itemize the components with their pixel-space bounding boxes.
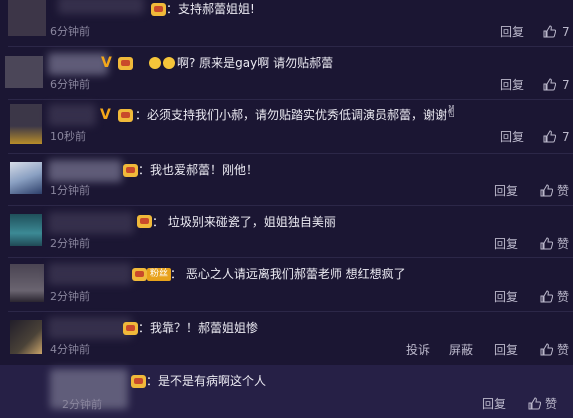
comment-text: ：我也爱郝蕾！刚他！ xyxy=(138,163,259,177)
comment-time: 2分钟前 xyxy=(50,290,90,303)
reply-button[interactable]: 回复 xyxy=(494,184,518,198)
comment-row: V 啊? 原来是gay啊 请勿贴郝蕾 6分钟前 回复 7 xyxy=(0,47,573,99)
comment-row: ：我也爱郝蕾！刚他！ 1分钟前 回复 赞 xyxy=(0,154,573,205)
comment-time: 4分钟前 xyxy=(50,343,90,356)
comment-row: ：支持郝蕾姐姐! 6分钟前 回复 7 xyxy=(0,0,573,46)
reply-button[interactable]: 回复 xyxy=(494,290,518,304)
block-button[interactable]: 屏蔽 xyxy=(449,343,473,357)
comment-time: 6分钟前 xyxy=(50,25,90,38)
comment-row: V ：必须支持我们小郝，请勿贴踏实优秀低调演员郝蕾，谢谢 ✌ 10秒前 回复 7 xyxy=(0,100,573,153)
thumb-up-icon[interactable] xyxy=(543,130,556,143)
blurred-username xyxy=(48,53,108,75)
thumb-up-icon[interactable] xyxy=(540,184,553,197)
reply-button[interactable]: 回复 xyxy=(494,237,518,251)
user-badge-icon xyxy=(123,164,138,177)
avatar[interactable] xyxy=(10,214,42,246)
comment-text: ：支持郝蕾姐姐! xyxy=(166,2,255,16)
emoji-icon xyxy=(163,57,175,69)
blurred-username xyxy=(48,317,132,339)
blurred-username xyxy=(48,212,134,234)
reply-button[interactable]: 回复 xyxy=(500,78,524,92)
avatar[interactable] xyxy=(5,56,43,88)
emoji-icon xyxy=(149,57,161,69)
victory-hand-icon: ✌ xyxy=(445,102,459,121)
report-button[interactable]: 投诉 xyxy=(406,343,430,357)
fan-badge: 粉丝 xyxy=(147,268,172,281)
reply-button[interactable]: 回复 xyxy=(482,397,506,411)
comment-text: ： 垃圾别来碰瓷了，姐姐独自美丽 xyxy=(152,215,336,229)
avatar[interactable] xyxy=(10,320,42,354)
avatar[interactable] xyxy=(10,264,44,302)
user-badge-icon xyxy=(118,57,133,70)
blurred-username xyxy=(48,104,96,126)
comment-time: 1分钟前 xyxy=(50,184,90,197)
like-count: 7 xyxy=(562,25,570,39)
like-button[interactable]: 赞 xyxy=(557,184,569,198)
comment-time: 6分钟前 xyxy=(50,78,90,91)
avatar[interactable] xyxy=(10,104,42,144)
blurred-username xyxy=(58,0,144,14)
blurred-username xyxy=(48,160,122,182)
like-button[interactable]: 赞 xyxy=(545,397,557,411)
avatar[interactable] xyxy=(8,0,46,36)
like-count: 7 xyxy=(562,78,570,92)
comment-text: ： 恶心之人请远离我们郝蕾老师 想红想疯了 xyxy=(170,267,406,281)
like-button[interactable]: 赞 xyxy=(557,237,569,251)
comment-text: ：我靠？！郝蕾姐姐惨 xyxy=(138,321,259,335)
like-count: 7 xyxy=(562,130,570,144)
reply-button[interactable]: 回复 xyxy=(500,25,524,39)
thumb-up-icon[interactable] xyxy=(540,290,553,303)
thumb-up-icon[interactable] xyxy=(543,25,556,38)
comment-text: 啊? 原来是gay啊 请勿贴郝蕾 xyxy=(149,55,333,71)
comment-row: ：我靠？！郝蕾姐姐惨 4分钟前 投诉 屏蔽 回复 赞 xyxy=(0,312,573,365)
thumb-up-icon[interactable] xyxy=(543,78,556,91)
user-badge-icon xyxy=(132,268,147,281)
thumb-up-icon[interactable] xyxy=(528,397,541,410)
comment-row: ： 垃圾别来碰瓷了，姐姐独自美丽 2分钟前 回复 赞 xyxy=(0,206,573,257)
like-button[interactable]: 赞 xyxy=(557,343,569,357)
comment-text: ：必须支持我们小郝，请勿贴踏实优秀低调演员郝蕾，谢谢 xyxy=(135,108,448,122)
vip-v-icon: V xyxy=(101,55,112,71)
comment-text: ：是不是有病啊这个人 xyxy=(146,374,267,388)
vip-v-icon: V xyxy=(100,107,111,123)
thumb-up-icon[interactable] xyxy=(540,343,553,356)
user-badge-icon xyxy=(137,215,152,228)
comment-text-content: 啊? 原来是gay啊 请勿贴郝蕾 xyxy=(177,56,334,70)
user-badge-icon xyxy=(123,322,138,335)
thumb-up-icon[interactable] xyxy=(540,237,553,250)
like-button[interactable]: 赞 xyxy=(557,290,569,304)
blurred-username xyxy=(48,263,132,285)
user-badge-icon xyxy=(118,109,133,122)
reply-button[interactable]: 回复 xyxy=(500,130,524,144)
avatar[interactable] xyxy=(10,162,42,194)
comment-time: 2分钟前 xyxy=(62,398,102,411)
user-badge-icon xyxy=(151,3,166,16)
comment-time: 10秒前 xyxy=(50,130,86,143)
comment-row: 粉丝 ： 恶心之人请远离我们郝蕾老师 想红想疯了 2分钟前 回复 赞 xyxy=(0,258,573,311)
user-badge-icon xyxy=(131,375,146,388)
comment-time: 2分钟前 xyxy=(50,237,90,250)
comment-row: ：是不是有病啊这个人 2分钟前 回复 赞 xyxy=(0,365,573,418)
reply-button[interactable]: 回复 xyxy=(494,343,518,357)
